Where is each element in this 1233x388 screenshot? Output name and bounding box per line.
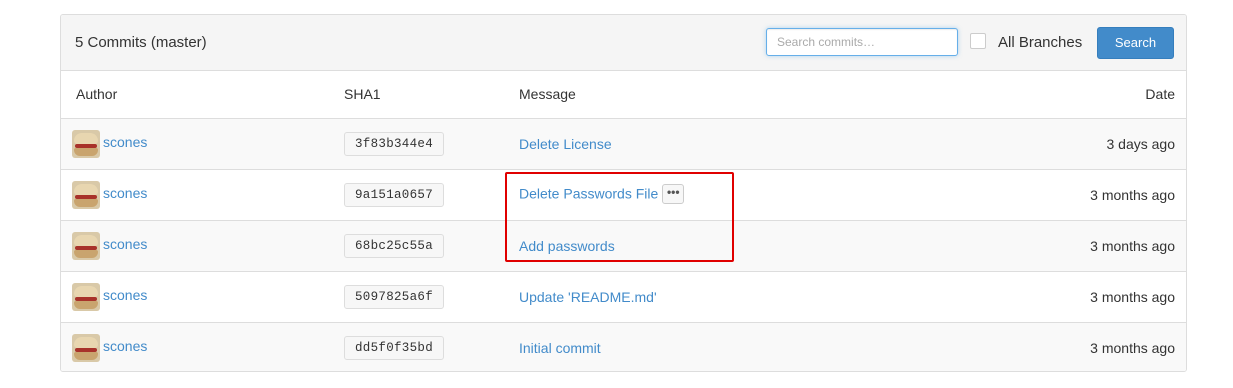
scones-avatar-icon[interactable] <box>72 129 100 158</box>
search-commits-input[interactable] <box>766 28 958 56</box>
scones-avatar-icon[interactable] <box>72 180 100 209</box>
commit-date: 3 months ago <box>1090 186 1175 203</box>
commits-panel: 5 Commits (master) All Branches Search A… <box>60 14 1187 372</box>
table-row: scones 9a151a0657 Delete Passwords File •… <box>61 169 1186 221</box>
commit-date: 3 months ago <box>1090 237 1175 254</box>
scones-avatar-icon[interactable] <box>72 333 100 362</box>
table-row: scones dd5f0f35bd Initial commit 3 month… <box>61 322 1186 371</box>
search-button[interactable]: Search <box>1097 27 1174 59</box>
table-header-row: Author SHA1 Message Date <box>61 71 1186 119</box>
commit-sha-button[interactable]: dd5f0f35bd <box>344 335 445 360</box>
commit-message-link[interactable]: Initial commit <box>519 340 601 356</box>
author-link[interactable]: scones <box>103 338 147 354</box>
date-column-header: Date <box>986 71 1186 119</box>
all-branches-checkbox[interactable] <box>970 33 986 49</box>
message-column-header: Message <box>519 71 986 119</box>
author-link[interactable]: scones <box>103 134 147 150</box>
table-row: scones 5097825a6f Update 'README.md' 3 m… <box>61 271 1186 323</box>
author-link[interactable]: scones <box>103 287 147 303</box>
commits-table: Author SHA1 Message Date scones 3f83b344… <box>61 71 1186 371</box>
commit-message-link[interactable]: Delete License <box>519 136 612 152</box>
commit-date: 3 days ago <box>1106 135 1176 152</box>
commit-sha-button[interactable]: 9a151a0657 <box>344 182 445 207</box>
commit-sha-button[interactable]: 68bc25c55a <box>344 233 445 258</box>
commit-message-link[interactable]: Delete Passwords File <box>519 185 658 201</box>
table-row: scones 68bc25c55a Add passwords 3 months… <box>61 220 1186 272</box>
commit-sha-button[interactable]: 5097825a6f <box>344 284 445 309</box>
commit-message-link[interactable]: Update 'README.md' <box>519 289 657 305</box>
sha-column-header: SHA1 <box>344 71 519 119</box>
commit-message-link[interactable]: Add passwords <box>519 238 615 254</box>
table-row: scones 3f83b344e4 Delete License 3 days … <box>61 118 1186 170</box>
commits-title: 5 Commits (master) <box>75 34 207 51</box>
scones-avatar-icon[interactable] <box>72 231 100 260</box>
author-link[interactable]: scones <box>103 236 147 252</box>
commit-sha-button[interactable]: 3f83b344e4 <box>344 131 445 156</box>
author-link[interactable]: scones <box>103 185 147 201</box>
scones-avatar-icon[interactable] <box>72 282 100 311</box>
all-branches-label[interactable]: All Branches <box>998 34 1082 51</box>
ellipsis-icon[interactable]: ••• <box>662 183 685 204</box>
commit-date: 3 months ago <box>1090 288 1175 305</box>
commits-header: 5 Commits (master) All Branches Search <box>61 15 1186 71</box>
author-column-header: Author <box>61 71 344 119</box>
commit-date: 3 months ago <box>1090 339 1175 356</box>
